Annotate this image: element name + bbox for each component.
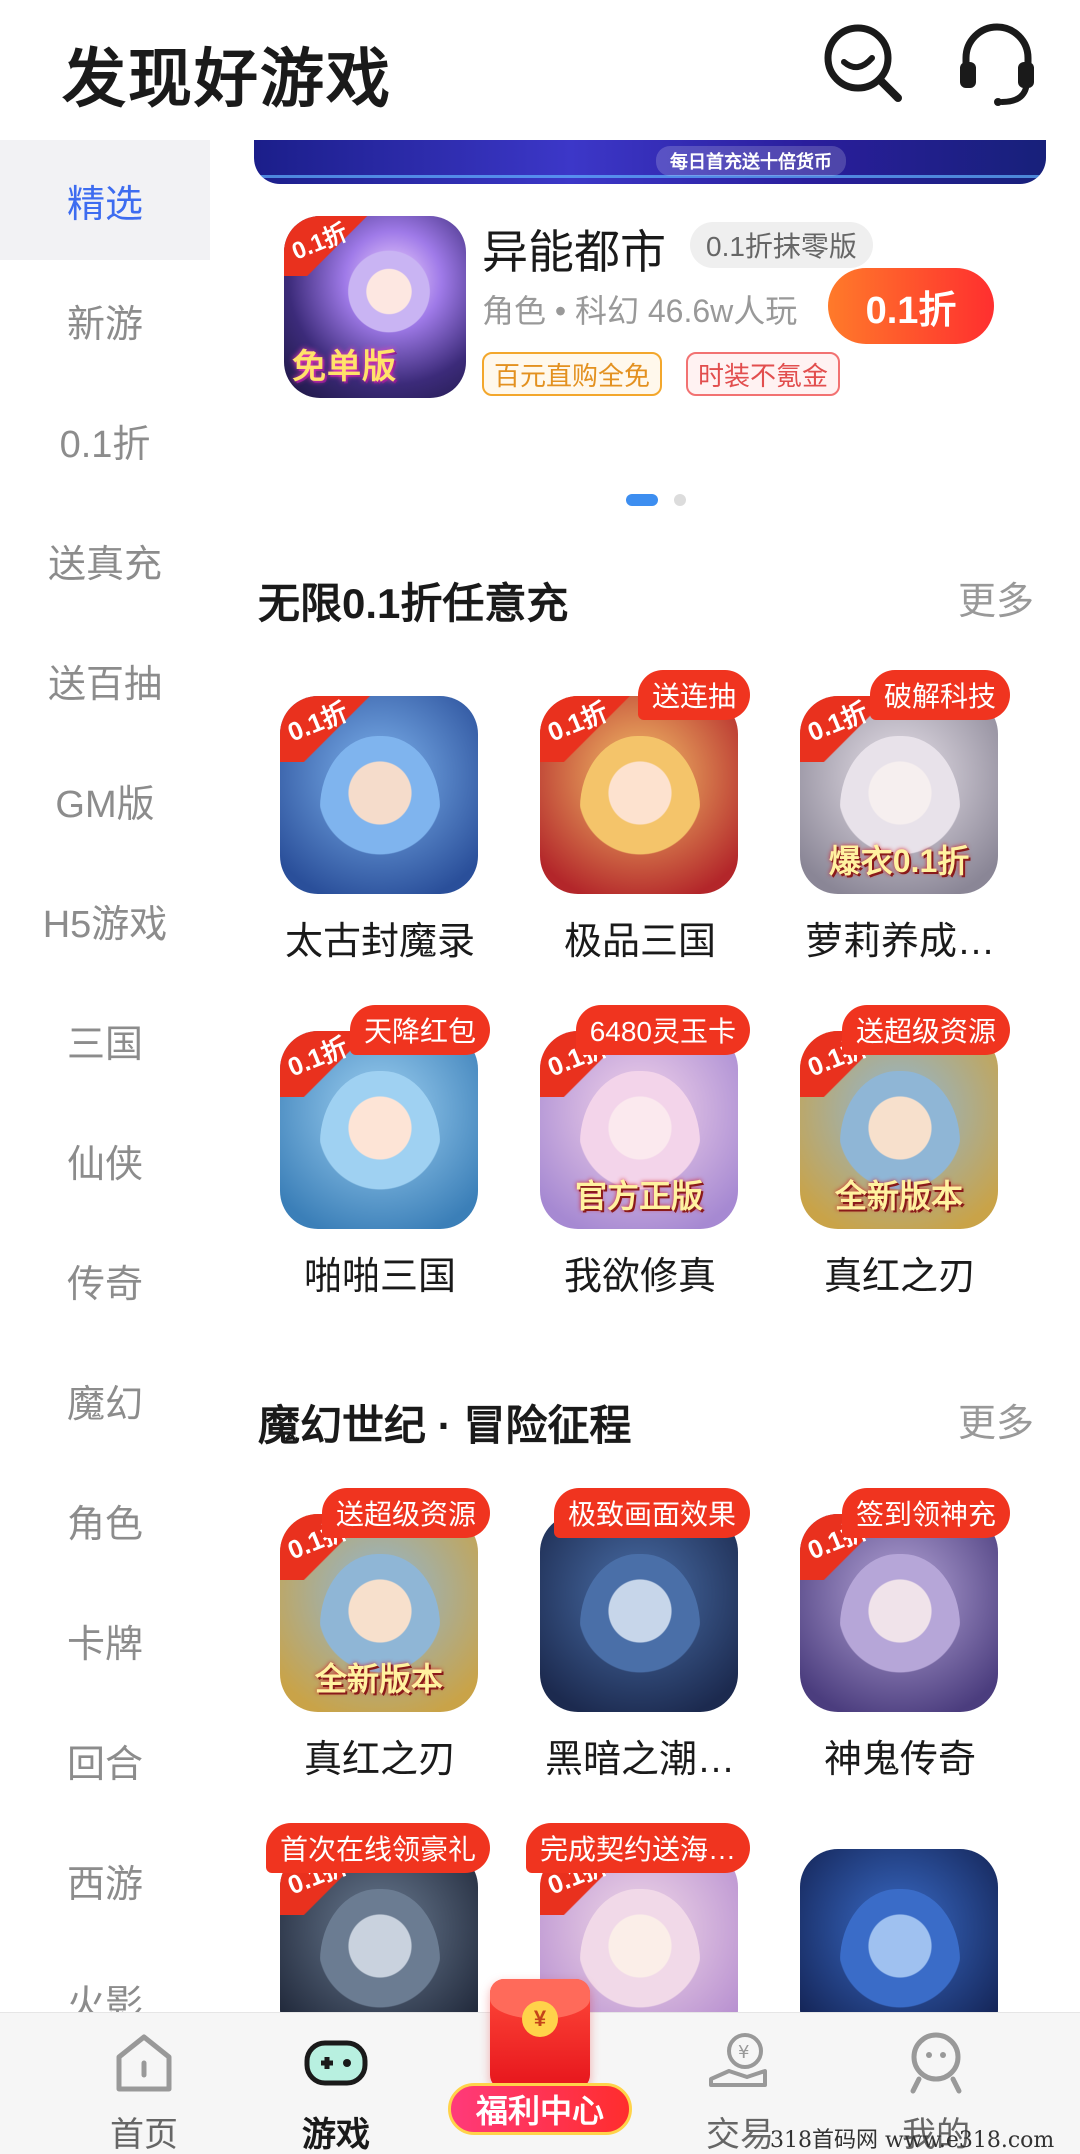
promo-badge: 签到领神充 (841, 1488, 1010, 1538)
carousel-dot[interactable] (674, 494, 686, 506)
game-icon[interactable] (800, 1849, 998, 2012)
sidebar-item[interactable]: 魔幻 (0, 1340, 210, 1460)
main-content: 每日首充送十倍货币 0.1折 免单版 异能都市 0.1折抹零版 角色 • 科幻 … (210, 140, 1080, 2012)
more-link[interactable]: 更多 (958, 570, 1034, 625)
game-card[interactable]: 0.1折 天降红包 啪啪三国 (250, 1005, 490, 1305)
search-icon[interactable] (818, 18, 908, 108)
game-card[interactable]: 0.1折 全新版本 送超级资源 真红之刃 (770, 1005, 1010, 1305)
tab-label: 游戏 (302, 2116, 370, 2154)
featured-icon-caption: 免单版 (292, 348, 397, 386)
featured-badge: 百元直购全免 (482, 352, 663, 396)
game-icon[interactable]: 0.1折 (800, 1514, 998, 1712)
sidebar-item[interactable]: 西游 (0, 1820, 210, 1940)
sidebar-item[interactable]: 仙侠 (0, 1100, 210, 1220)
sidebar-item[interactable]: 新游 (0, 260, 210, 380)
sidebar-item[interactable]: 精选 (0, 140, 210, 260)
more-link[interactable]: 更多 (958, 1392, 1034, 1447)
home-icon (109, 2027, 179, 2097)
game-icon[interactable]: 0.1折 (540, 696, 738, 894)
coin-icon: ¥ (522, 2001, 558, 2037)
sidebar-item[interactable]: 回合 (0, 1700, 210, 1820)
header: 发现好游戏 (0, 0, 1080, 140)
game-name[interactable]: 啪啪三国 (250, 1245, 510, 1300)
promo-badge: 天降红包 (349, 1005, 490, 1055)
game-name[interactable]: 神鬼传奇 (770, 1728, 1030, 1783)
game-icon[interactable]: 0.1折 爆衣0.1折 (800, 696, 998, 894)
game-card[interactable]: 0.1折 太古封魔录 (250, 670, 490, 970)
game-name[interactable]: 极品三国 (510, 910, 770, 965)
game-card[interactable]: 0.1折 官方正版 6480灵玉卡 我欲修真 (510, 1005, 750, 1305)
trade-icon: ¥ (705, 2027, 775, 2097)
game-name[interactable]: 太古封魔录 (250, 910, 510, 965)
sidebar-item[interactable]: 送真充 (0, 500, 210, 620)
promo-badge: 首次在线领豪礼 (265, 1823, 490, 1873)
featured-game-name[interactable]: 异能都市 (482, 216, 666, 282)
game-icon[interactable] (540, 1514, 738, 1712)
banner-decor-line (254, 175, 1046, 178)
section-title: 魔幻世纪 · 冒险征程 (258, 1402, 632, 1449)
promo-badge: 送连抽 (637, 670, 750, 720)
watermark: 318首码网 www.e318.com (770, 2128, 1055, 2153)
game-icon[interactable]: 0.1折 全新版本 (280, 1514, 478, 1712)
game-card[interactable]: 极致画面效果 黑暗之潮… (510, 1488, 750, 1788)
featured-game-meta: 角色 • 科幻 46.6w人玩 (482, 293, 798, 329)
sidebar-item[interactable]: 卡牌 (0, 1580, 210, 1700)
sidebar-item[interactable]: 火影 (0, 1940, 210, 2013)
sidebar-item[interactable]: 送百抽 (0, 620, 210, 740)
game-card[interactable]: 0.1折 送连抽 极品三国 (510, 670, 750, 970)
icon-caption: 全新版本 (314, 1661, 443, 1697)
game-name[interactable]: 真红之刃 (250, 1728, 510, 1783)
game-name[interactable]: 我欲修真 (510, 1245, 770, 1300)
banner-text: 每日首充送十倍货币 (656, 146, 846, 176)
tab-welfare-center[interactable]: ¥ 福利中心 (440, 1979, 640, 2149)
game-character-art (840, 1889, 960, 2012)
tab-label: 福利中心 (448, 2083, 632, 2135)
tab-label: 首页 (110, 2116, 178, 2154)
sidebar-item[interactable]: 三国 (0, 980, 210, 1100)
red-envelope-icon: ¥ (490, 1979, 590, 2089)
featured-game-tag: 0.1折抹零版 (690, 222, 873, 268)
promo-badge: 6480灵玉卡 (575, 1005, 750, 1055)
carousel-dot-active[interactable] (626, 494, 658, 506)
discount-button[interactable]: 0.1折 (828, 268, 994, 344)
game-name[interactable]: 黑暗之潮… (510, 1728, 770, 1783)
game-card[interactable] (770, 1823, 1010, 2012)
game-icon[interactable]: 0.1折 全新版本 (800, 1031, 998, 1229)
icon-caption: 全新版本 (834, 1178, 963, 1214)
promo-badge: 送超级资源 (841, 1005, 1010, 1055)
sidebar-item[interactable]: H5游戏 (0, 860, 210, 980)
sidebar-item[interactable]: 传奇 (0, 1220, 210, 1340)
page-title: 发现好游戏 (62, 43, 392, 115)
icon-caption: 爆衣0.1折 (828, 843, 970, 879)
sidebar-item[interactable]: GM版 (0, 740, 210, 860)
game-card[interactable]: 0.1折 爆衣0.1折 破解科技 萝莉养成… (770, 670, 1010, 970)
icon-caption: 官方正版 (574, 1178, 703, 1214)
game-character-art (580, 1554, 700, 1704)
svg-text:¥: ¥ (738, 2042, 749, 2063)
sidebar-item[interactable]: 角色 (0, 1460, 210, 1580)
gamepad-icon (301, 2027, 371, 2097)
carousel-indicator (210, 490, 1080, 510)
section-title: 无限0.1折任意充 (258, 580, 569, 627)
profile-icon (901, 2027, 971, 2097)
game-name[interactable]: 真红之刃 (770, 1245, 1030, 1300)
headset-icon[interactable] (952, 18, 1042, 108)
game-icon[interactable]: 0.1折 (280, 1031, 478, 1229)
promo-badge: 极致画面效果 (553, 1488, 750, 1538)
featured-game-icon[interactable]: 0.1折 免单版 (284, 216, 466, 398)
tab-games[interactable]: 游戏 (256, 2013, 416, 2154)
sidebar-item[interactable]: 0.1折 (0, 380, 210, 500)
promo-badge: 破解科技 (869, 670, 1010, 720)
game-card[interactable]: 0.1折 全新版本 送超级资源 真红之刃 (250, 1488, 490, 1788)
promo-badge: 完成契约送海… (525, 1823, 750, 1873)
featured-badge: 时装不氪金 (686, 352, 841, 396)
category-sidebar: 精选 新游 0.1折 送真充 送百抽 GM版 H5游戏 三国 仙侠 传奇 魔幻 角色 卡牌 回合 西游 火影 (0, 140, 210, 2012)
game-card[interactable]: 0.1折 签到领神充 神鬼传奇 (770, 1488, 1010, 1788)
promo-banner[interactable]: 每日首充送十倍货币 (254, 140, 1046, 184)
game-name[interactable]: 萝莉养成… (770, 910, 1030, 965)
game-icon[interactable]: 0.1折 官方正版 (540, 1031, 738, 1229)
tab-home[interactable]: 首页 (64, 2013, 224, 2154)
promo-badge: 送超级资源 (321, 1488, 490, 1538)
game-icon[interactable]: 0.1折 (280, 696, 478, 894)
